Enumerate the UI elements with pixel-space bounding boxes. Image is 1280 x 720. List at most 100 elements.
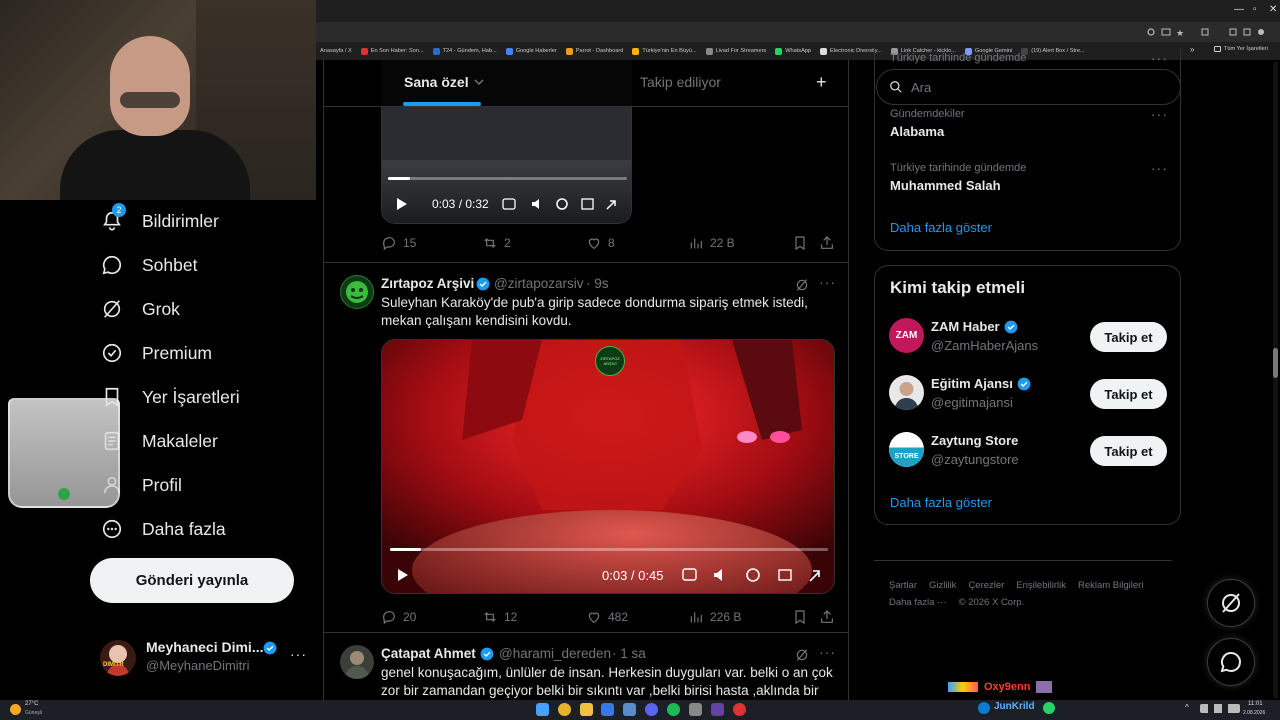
chrome-icon[interactable] <box>558 703 571 716</box>
timeline[interactable]: 0:03 / 0:32 15 2 8 22 B Zırtapoz Arşivi … <box>323 60 849 700</box>
start-icon[interactable] <box>536 703 549 716</box>
post-more-button[interactable]: ··· <box>819 274 836 290</box>
trend-more-button[interactable]: ··· <box>1151 160 1168 176</box>
bookmark-item[interactable]: Anasayfa / X <box>320 48 352 54</box>
nav-more[interactable]: Daha fazla <box>100 507 226 551</box>
nav-bookmarks[interactable]: Yer İşaretleri <box>100 375 240 419</box>
views-button[interactable]: 226 B <box>688 609 741 625</box>
footer-link-cookies[interactable]: Çerezler <box>968 580 1004 591</box>
all-bookmarks-button[interactable]: Tüm Yer İşaretleri <box>1214 46 1268 52</box>
file-explorer-icon[interactable] <box>580 703 593 716</box>
author-name[interactable]: Zırtapoz Arşivi <box>381 276 474 291</box>
bookmark-item[interactable]: Türkiye'nin En Büyü... <box>632 47 697 55</box>
bookmark-item[interactable]: Google Haberler <box>505 47 557 55</box>
grok-icon[interactable] <box>794 277 810 293</box>
account-more-button[interactable]: ··· <box>290 646 307 662</box>
footer-link-ads-info[interactable]: Reklam Bilgileri <box>1078 580 1143 591</box>
share-icon[interactable] <box>819 235 835 251</box>
minimize-button[interactable]: — <box>1234 4 1244 15</box>
video-progress-bar[interactable] <box>390 548 828 551</box>
follow-suggestion[interactable]: ZAM ZAM Haber @ZamHaberAjans Takip et <box>875 313 1180 363</box>
close-window-button[interactable]: ✕ <box>1269 4 1277 15</box>
steam-icon[interactable] <box>623 703 636 716</box>
author-handle[interactable]: @zirtapozarsiv <box>494 276 583 291</box>
search-field[interactable]: Ara <box>876 69 1181 105</box>
account-switcher[interactable]: DIMITR Meyhaneci Dimi... @MeyhaneDimitri… <box>100 636 320 680</box>
post-more-button[interactable]: ··· <box>819 644 836 660</box>
bookmark-item[interactable]: Parrot - Dashboard <box>565 47 623 55</box>
trend-item[interactable]: Gündemdekiler Alabama ··· <box>875 106 1180 156</box>
video-player[interactable]: ZIRTAPOZ ARŞİVİ 0:03 / 0:45 <box>381 339 835 594</box>
video-progress-bar[interactable] <box>388 177 627 180</box>
repost-button[interactable]: 12 <box>482 609 517 625</box>
nav-chat[interactable]: Sohbet <box>100 243 197 287</box>
tab-following[interactable]: Takip ediliyor <box>640 74 721 90</box>
repost-button[interactable]: 2 <box>482 235 511 251</box>
discord-icon[interactable] <box>645 703 658 716</box>
play-icon[interactable] <box>394 197 408 211</box>
bookmark-icon[interactable] <box>792 609 808 625</box>
follow-suggestion[interactable]: STORE Zaytung Store @zaytungstore Takip … <box>875 427 1180 477</box>
footer-link-accessibility[interactable]: Erişilebilirlik <box>1016 580 1066 591</box>
post-time[interactable]: · 1 sa <box>612 646 646 661</box>
spotify-icon[interactable] <box>667 703 680 716</box>
avatar[interactable] <box>340 275 374 309</box>
footer-link-terms[interactable]: Şartlar <box>889 580 917 591</box>
whatsapp-icon[interactable] <box>1043 702 1055 714</box>
author-handle[interactable]: @harami_dereden <box>499 646 611 661</box>
bookmarks-overflow-button[interactable]: » <box>1190 45 1194 54</box>
messages-fab-button[interactable] <box>1207 638 1255 686</box>
post[interactable]: Çatapat Ahmet @harami_dereden · 1 sa ···… <box>324 633 848 700</box>
app-icon[interactable] <box>689 703 702 716</box>
reply-button[interactable]: 20 <box>381 609 416 625</box>
grok-icon[interactable] <box>794 647 810 663</box>
nav-premium[interactable]: Premium <box>100 331 212 375</box>
browser-toolbar-icons[interactable]: ★ <box>1146 27 1266 37</box>
bookmark-item[interactable]: En Son Haber: Son... <box>360 47 424 55</box>
nav-notifications[interactable]: 2 Bildirimler <box>100 199 219 243</box>
video-controls-icons[interactable] <box>502 197 622 211</box>
author-name[interactable]: Çatapat Ahmet <box>381 646 476 661</box>
post-button[interactable]: Gönderi yayınla <box>90 558 294 603</box>
trend-item[interactable]: Türkiye tarihinde gündemde Muhammed Sala… <box>875 160 1180 210</box>
app-icon[interactable] <box>601 703 614 716</box>
address-bar[interactable]: ★ <box>316 22 1280 42</box>
bookmark-item[interactable]: T24 - Gündem, Hab... <box>432 47 497 55</box>
bookmark-item[interactable]: Electronic Diversity... <box>820 47 882 55</box>
page-scrollbar[interactable] <box>1273 62 1278 698</box>
play-icon[interactable] <box>395 568 409 582</box>
tray-icons[interactable] <box>1200 704 1240 713</box>
show-more-follow-link[interactable]: Daha fazla göster <box>890 495 992 510</box>
post-time[interactable]: · 9s <box>586 276 609 291</box>
like-button[interactable]: 8 <box>586 235 615 251</box>
views-button[interactable]: 22 B <box>688 235 735 251</box>
tab-for-you[interactable]: Sana özel <box>404 74 485 90</box>
video-controls-icons[interactable] <box>682 567 828 583</box>
trend-more-button[interactable]: ··· <box>1151 106 1168 122</box>
follow-button[interactable]: Takip et <box>1090 379 1167 409</box>
like-button[interactable]: 482 <box>586 609 628 625</box>
app-icon[interactable] <box>978 702 990 714</box>
follow-button[interactable]: Takip et <box>1090 436 1167 466</box>
follow-button[interactable]: Takip et <box>1090 322 1167 352</box>
share-icon[interactable] <box>819 609 835 625</box>
nav-grok[interactable]: Grok <box>100 287 180 331</box>
add-tab-button[interactable]: + <box>816 72 827 93</box>
tray-overflow-icon[interactable]: ^ <box>1185 703 1189 712</box>
follow-suggestion[interactable]: Eğitim Ajansı @egitimajansi Takip et <box>875 370 1180 420</box>
app-icon[interactable] <box>733 703 746 716</box>
obs-icon[interactable] <box>711 703 724 716</box>
bookmark-icon[interactable] <box>792 235 808 251</box>
bookmark-item[interactable]: WhatsApp <box>775 47 811 55</box>
footer-link-more[interactable]: Daha fazla ··· <box>889 597 947 608</box>
avatar[interactable] <box>340 645 374 679</box>
reply-button[interactable]: 15 <box>381 235 416 251</box>
weather-icon[interactable] <box>10 704 21 715</box>
maximize-button[interactable]: ▫ <box>1253 4 1257 15</box>
bookmark-item[interactable]: Livad For Streamers <box>705 47 766 55</box>
show-more-trends-link[interactable]: Daha fazla göster <box>890 220 992 235</box>
footer-link-privacy[interactable]: Gizlilik <box>929 580 956 591</box>
grok-fab-button[interactable] <box>1207 579 1255 627</box>
trend-more-button[interactable]: ··· <box>1151 50 1168 66</box>
post[interactable]: Zırtapoz Arşivi @zirtapozarsiv · 9s ··· … <box>324 263 848 633</box>
